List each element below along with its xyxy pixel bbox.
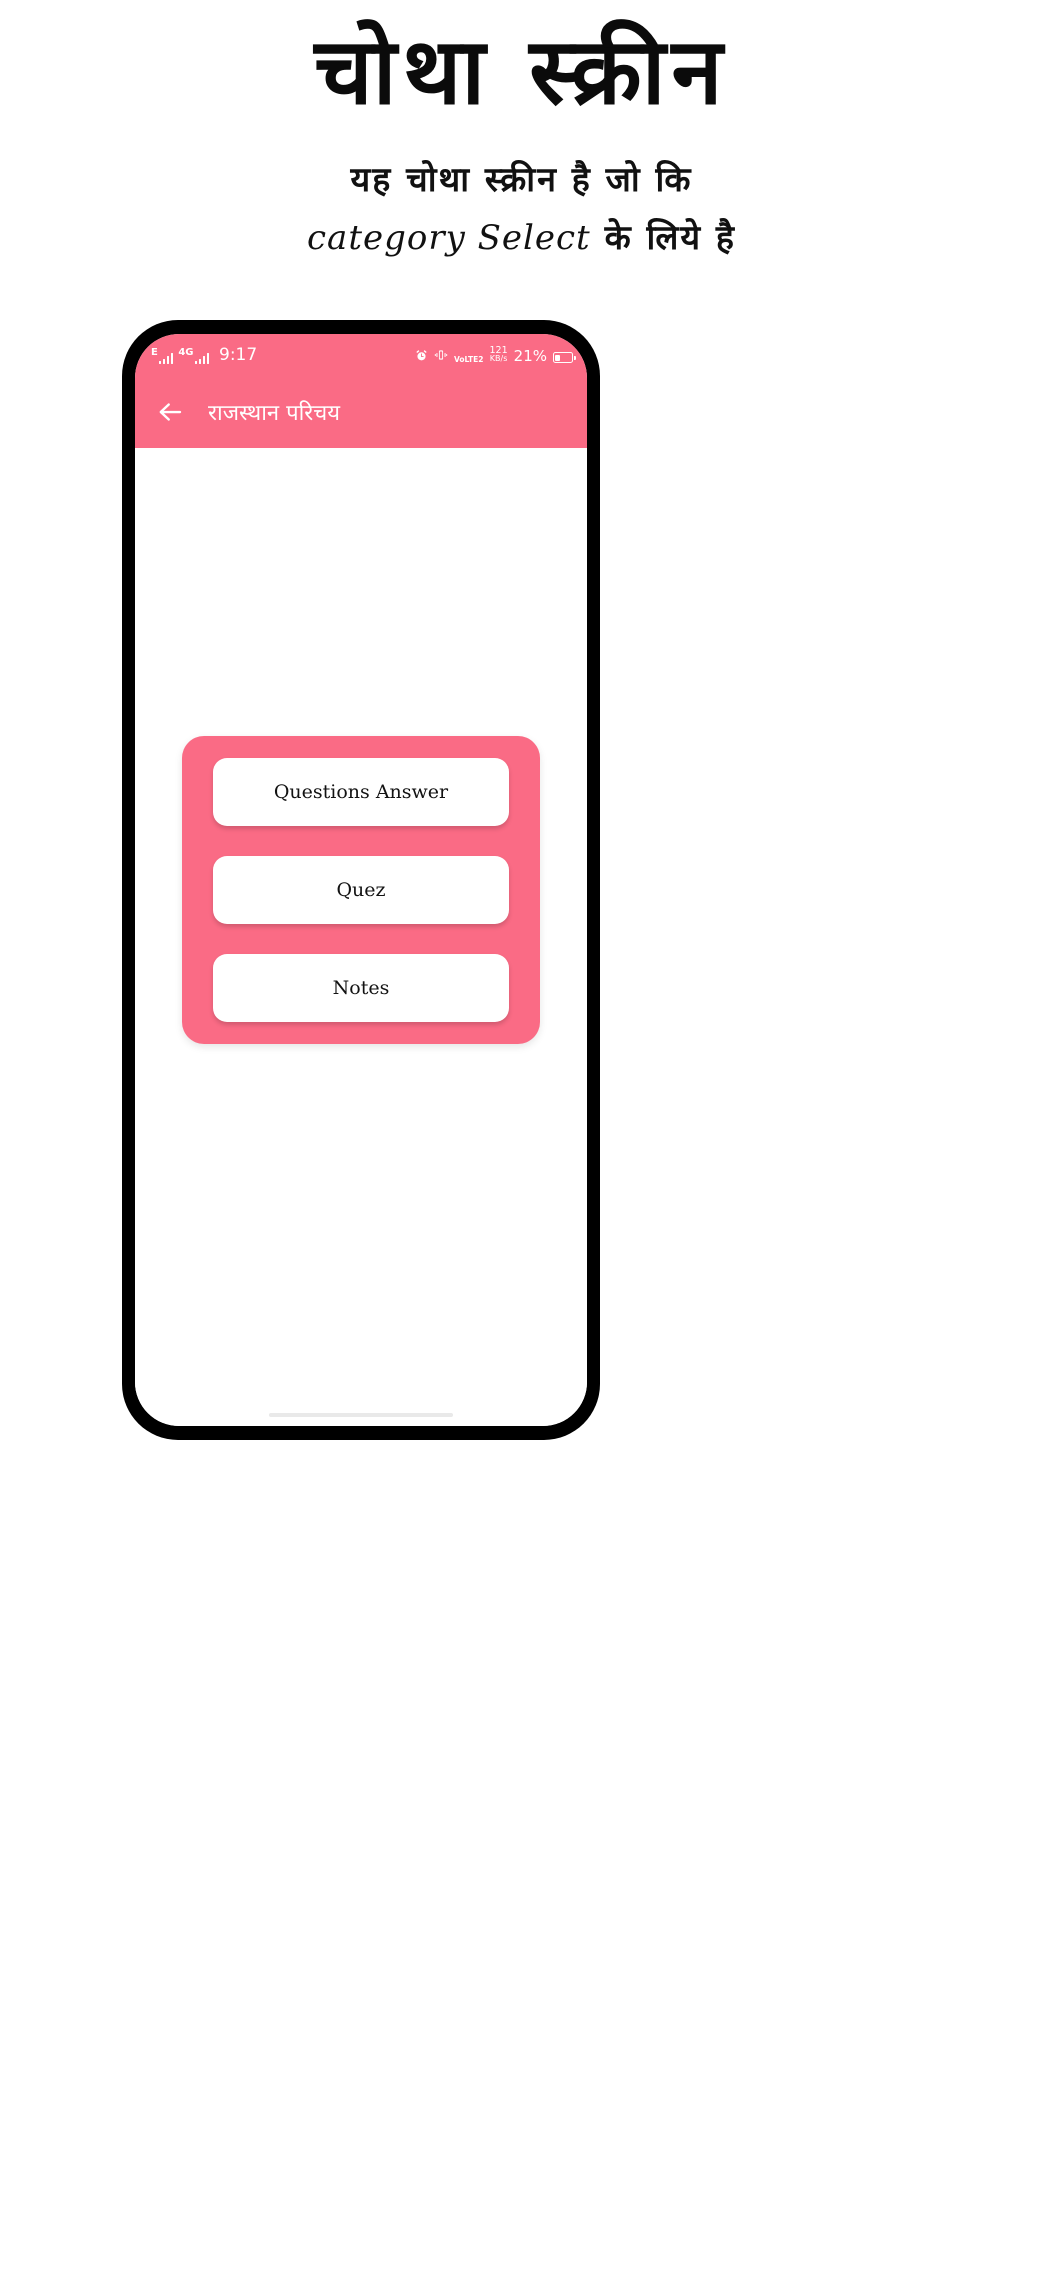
menu-button-label: Quez (336, 879, 386, 901)
poster-subtitle-line-2: category Select के लिये है (0, 213, 1043, 259)
battery-icon (553, 352, 576, 364)
poster-subtitle-line-1: यह चोथा स्क्रीन है जो कि (350, 159, 693, 200)
volte-indicator: VoLTE2 (453, 355, 484, 365)
phone-screen: E 4G 9:17 VoLTE2 121 KB/s 21% राजस्थान प… (135, 334, 587, 1426)
battery-percent-label: 21% (513, 347, 547, 366)
vibrate-icon (434, 350, 448, 360)
menu-button-quez[interactable]: Quez (213, 856, 509, 924)
screen-content: Questions Answer Quez Notes (135, 448, 587, 1426)
network-type-label-2: 4G (178, 346, 194, 358)
app-bar: राजस्थान परिचय (135, 376, 587, 448)
alarm-clock-icon (416, 350, 427, 361)
poster-subtitle-handwritten-part: category Select (307, 217, 591, 258)
signal-bars-icon-1 (158, 352, 174, 364)
app-bar-title: राजस्थान परिचय (208, 401, 341, 426)
category-menu-card: Questions Answer Quez Notes (182, 736, 540, 1044)
status-bar-left: E 4G 9:17 (151, 344, 258, 365)
status-bar-right: VoLTE2 121 KB/s 21% (415, 346, 576, 366)
poster-heading-block: चोथा स्क्रीन यह चोथा स्क्रीन है जो कि ca… (0, 0, 1043, 259)
poster-subtitle-line-2-rest: के लिये है (604, 217, 736, 258)
network-edge-indicator: E (151, 346, 174, 364)
menu-button-questions-answer[interactable]: Questions Answer (213, 758, 509, 826)
menu-button-notes[interactable]: Notes (213, 954, 509, 1022)
network-speed-indicator: 121 KB/s (490, 346, 508, 364)
phone-frame: E 4G 9:17 VoLTE2 121 KB/s 21% राजस्थान प… (122, 320, 600, 1440)
menu-button-label: Notes (332, 977, 390, 999)
status-bar: E 4G 9:17 VoLTE2 121 KB/s 21% (135, 334, 587, 376)
network-speed-unit: KB/s (489, 354, 508, 364)
status-bar-clock: 9:17 (219, 344, 258, 365)
navigation-gesture-bar[interactable] (269, 1413, 453, 1417)
network-4g-indicator: 4G (178, 346, 210, 364)
menu-button-label: Questions Answer (273, 781, 449, 803)
signal-bars-icon-2 (194, 352, 210, 364)
page-title: चोथा स्क्रीन (314, 18, 729, 125)
network-type-label-1: E (151, 346, 158, 358)
arrow-left-icon[interactable] (155, 397, 185, 427)
